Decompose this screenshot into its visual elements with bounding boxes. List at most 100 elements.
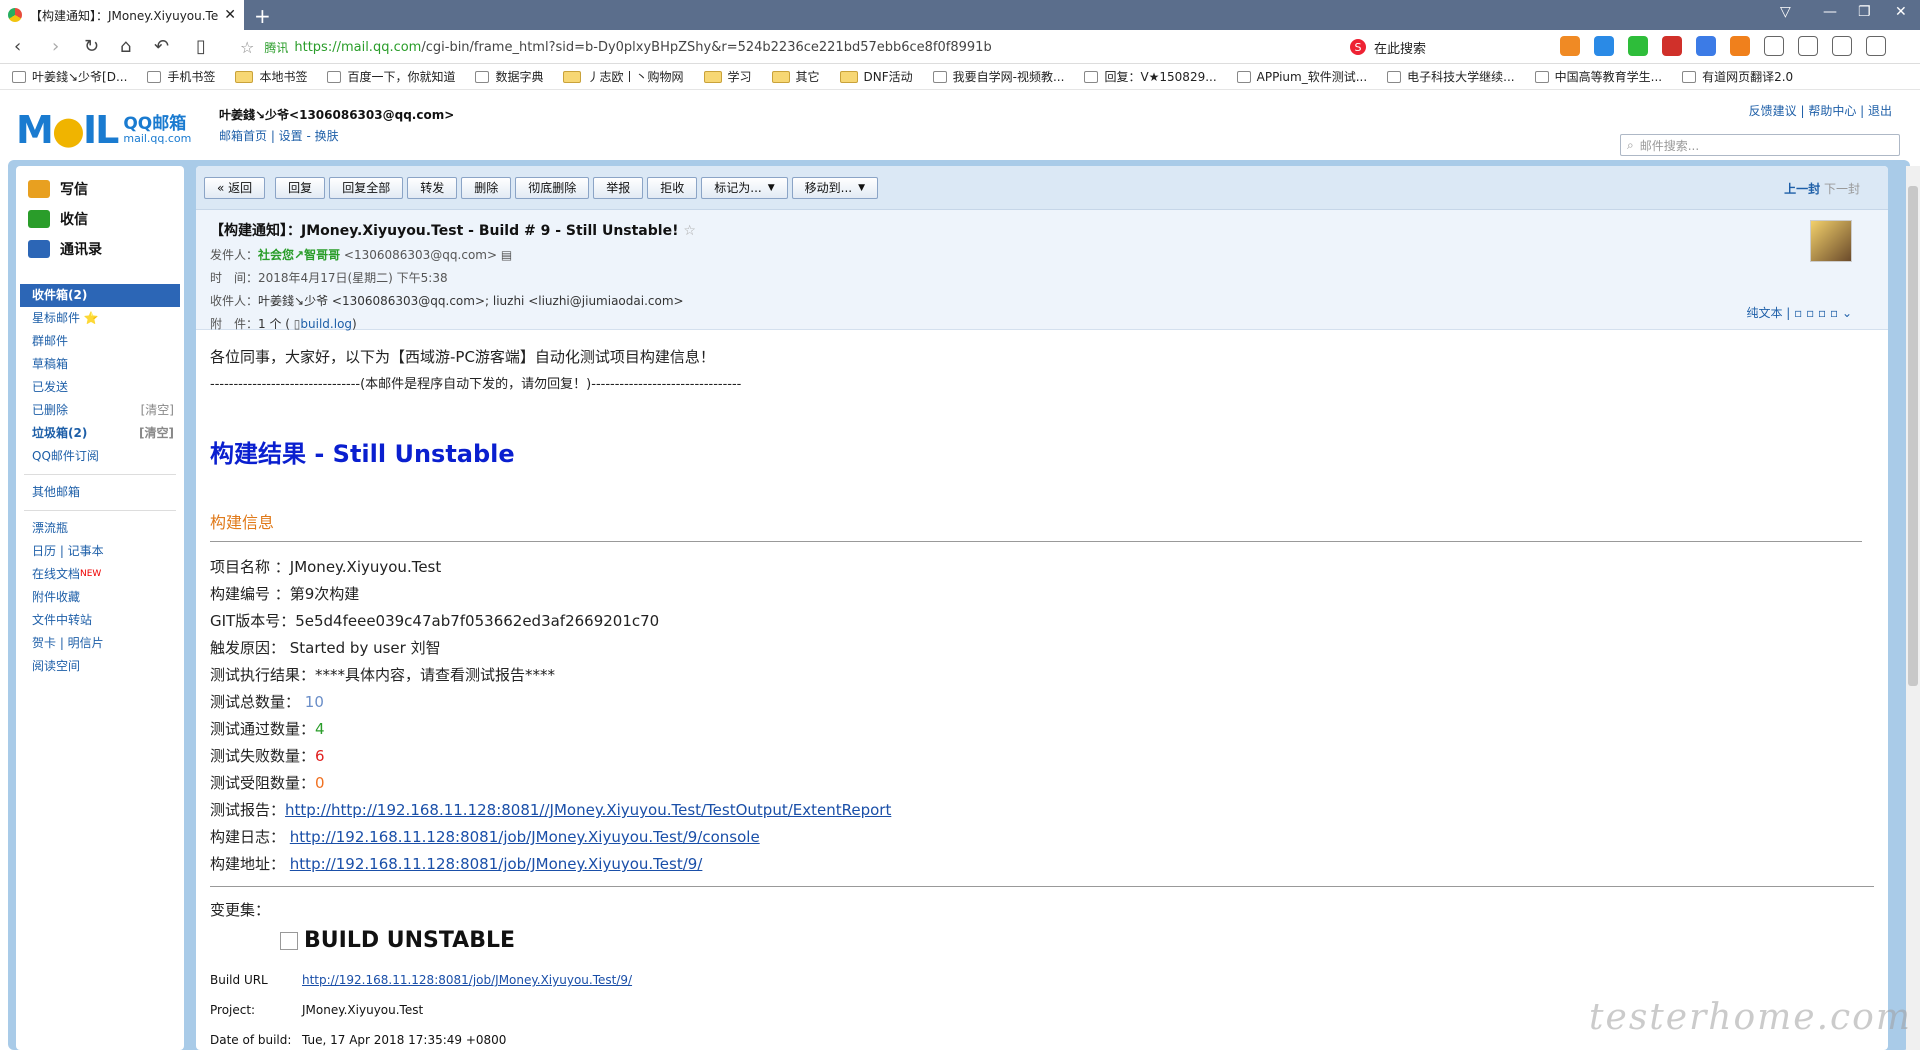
bookmark-item[interactable]: 中国高等教育学生... — [1534, 68, 1662, 85]
contact-card-icon[interactable]: ▤ — [501, 248, 512, 262]
toolbar-button[interactable]: 举报 — [593, 176, 644, 199]
download-icon[interactable] — [1764, 36, 1784, 56]
sidebar-item-folder[interactable]: 草稿箱 — [16, 353, 184, 376]
menu-icon[interactable] — [1866, 36, 1886, 56]
tab-title: 【构建通知】：JMoney.Xiyuyou.Te — [30, 8, 219, 23]
bookmark-item[interactable]: 回复：V★150829... — [1084, 68, 1217, 85]
build-address-link[interactable]: http://192.168.11.128:8081/job/JMoney.Xi… — [290, 855, 703, 873]
toolbar-button[interactable]: 拒收 — [647, 176, 698, 199]
bookmark-item[interactable]: 数据字典 — [475, 68, 543, 85]
toolbar-button[interactable]: 回复 — [275, 176, 326, 199]
scissors-icon[interactable] — [1798, 36, 1818, 56]
toolbar-button[interactable]: 回复全部 — [329, 176, 404, 199]
next-mail-link[interactable]: 下一封 — [1824, 182, 1860, 196]
qq-mail-logo[interactable]: M●IL QQ邮箱 mail.qq.com — [16, 108, 191, 152]
plain-text-link[interactable]: 纯文本 | — [1746, 306, 1790, 320]
report-link[interactable]: http://http://192.168.11.128:8081//JMone… — [285, 801, 891, 819]
back-icon[interactable]: ‹ — [14, 36, 21, 57]
maximize-icon[interactable]: ❐ — [1858, 4, 1871, 20]
quick-action-2[interactable]: 通讯录 — [28, 234, 172, 264]
shirt-skin-icon[interactable]: ▽ — [1780, 4, 1791, 20]
sidebar-item-folder[interactable]: 垃圾箱(2) [清空] — [16, 422, 184, 445]
quick-action-0[interactable]: 写信 — [28, 174, 172, 204]
sender-avatar[interactable] — [1810, 220, 1852, 262]
blocked-label: 测试受阻数量： — [210, 774, 316, 792]
toolbar-button[interactable]: « 返回 — [204, 176, 266, 199]
play-icon[interactable] — [1594, 36, 1614, 56]
translate-icon[interactable] — [1696, 36, 1716, 56]
sidebar-item-folder[interactable]: 收件箱(2) — [20, 284, 180, 307]
forward-icon[interactable]: › — [52, 36, 59, 57]
bookmark-item[interactable]: DNF活动 — [839, 68, 913, 85]
toolbar-button[interactable]: 彻底删除 — [515, 176, 590, 199]
sidebar-item-tool[interactable]: 在线文档NEW — [16, 563, 184, 586]
new-tab-icon[interactable]: + — [254, 4, 271, 28]
minimize-icon[interactable]: — — [1823, 4, 1837, 20]
prev-mail-link[interactable]: 上一封 — [1784, 182, 1820, 196]
page-scrollbar[interactable] — [1906, 166, 1920, 1050]
wechat-icon[interactable] — [1628, 36, 1648, 56]
bookmark-item[interactable]: 百度一下，你就知道 — [327, 68, 455, 85]
adblock-icon[interactable] — [1662, 36, 1682, 56]
user-links[interactable]: 邮箱首页 | 设置 - 换肤 — [219, 127, 454, 144]
sidebar-item-folder[interactable]: 星标邮件 ⭐ — [16, 307, 184, 330]
tab-close-icon[interactable]: ✕ — [224, 7, 236, 23]
browser-search-box[interactable]: S 在此搜索 — [1350, 34, 1545, 60]
to-value: 叶姜錢↘少爷 <1306086303@qq.com>; liuzhi <liuz… — [258, 294, 684, 308]
star-icon[interactable]: ☆ — [683, 223, 696, 239]
browser-tab[interactable]: 【构建通知】：JMoney.Xiyuyou.Te ✕ — [0, 0, 244, 30]
toolbar-dropdown[interactable]: 移动到... ▼ — [791, 176, 879, 199]
undo-icon[interactable]: ↶ — [154, 36, 169, 57]
window-icons[interactable]: ▫ ▫ ▫ ▫ ⌄ — [1794, 306, 1852, 320]
bookmark-item[interactable]: APPium_软件测试... — [1236, 68, 1367, 85]
sidebar-item-tool[interactable]: 文件中转站 — [16, 609, 184, 632]
home-icon[interactable]: ⌂ — [120, 36, 131, 57]
reload-icon[interactable]: ↻ — [84, 36, 99, 57]
bookmark-item[interactable]: 学习 — [703, 68, 752, 85]
sidebar-item-tool[interactable]: 漂流瓶 — [16, 517, 184, 540]
console-log-link[interactable]: http://192.168.11.128:8081/job/JMoney.Xi… — [290, 828, 760, 846]
greeting: 各位同事，大家好，以下为【西域游-PC游客端】自动化测试项目构建信息！ — [210, 348, 715, 366]
sidebar-item-folder[interactable]: 已删除 [清空] — [16, 399, 184, 422]
clear-folder-link[interactable]: [清空] — [141, 399, 174, 422]
sidebar-item-folder[interactable]: 已发送 — [16, 376, 184, 399]
quick-action-1[interactable]: 收信 — [28, 204, 172, 234]
bookmark-item[interactable]: 本地书签 — [235, 68, 307, 85]
top-links[interactable]: 反馈建议 | 帮助中心 | 退出 — [1749, 102, 1892, 119]
sidebar-item-other-mailboxes[interactable]: 其他邮箱 — [16, 481, 184, 504]
bookmark-item[interactable]: 其它 — [771, 68, 820, 85]
extra-tools: 漂流瓶 日历 | 记事本 在线文档NEW 附件收藏 文件中转站 贺卡 | 明信片 阅读空间 — [16, 517, 184, 678]
toolbar-button[interactable]: 删除 — [461, 176, 512, 199]
folder-label: 垃圾箱(2) — [32, 426, 88, 440]
sidebar-item-folder[interactable]: 群邮件 — [16, 330, 184, 353]
sidebar-item-tool[interactable]: 贺卡 | 明信片 — [16, 632, 184, 655]
toolbar-dropdown-label: 移动到... — [804, 181, 853, 195]
sidebar-item-tool[interactable]: 附件收藏 — [16, 586, 184, 609]
game-icon[interactable] — [1560, 36, 1580, 56]
toolbar-button[interactable]: 转发 — [407, 176, 458, 199]
clear-folder-link[interactable]: [清空] — [139, 422, 174, 445]
sidebar-item-folder[interactable]: QQ邮件订阅 — [16, 445, 184, 468]
toolbar-dropdown[interactable]: 标记为... ▼ — [701, 176, 788, 199]
scrollbar-thumb[interactable] — [1908, 186, 1918, 686]
plus-icon[interactable] — [1832, 36, 1852, 56]
bookmark-star-icon[interactable]: ☆ — [240, 38, 254, 57]
bookmark-item[interactable]: 叶姜錢↘少爷[D... — [12, 68, 127, 85]
bookmark-item[interactable]: 我要自学网-视频教... — [932, 68, 1064, 85]
bookmark-item[interactable]: 手机书签 — [147, 68, 215, 85]
sidebar-item-tool[interactable]: 阅读空间 — [16, 655, 184, 678]
video-icon[interactable] — [1730, 36, 1750, 56]
build-url-link[interactable]: http://192.168.11.128:8081/job/JMoney.Xi… — [302, 973, 632, 987]
bookmark-item[interactable]: 有道网页翻译2.0 — [1682, 68, 1793, 85]
sender-name[interactable]: 社会您↗智哥哥 — [258, 248, 340, 262]
bookmark-item[interactable]: 电子科技大学继续... — [1387, 68, 1515, 85]
report-row: 测试报告：http://http://192.168.11.128:8081//… — [210, 797, 1874, 824]
reading-icon[interactable]: ▯ — [196, 36, 206, 57]
sidebar-item-tool[interactable]: 日历 | 记事本 — [16, 540, 184, 563]
bookmark-item[interactable]: 丿志欧丨丶购物网 — [563, 68, 684, 85]
user-name[interactable]: 叶姜錢↘少爷<1306086303@qq.com> — [219, 106, 454, 123]
url-field[interactable]: ☆ 腾讯 https://mail.qq.com /cgi-bin/frame_… — [240, 34, 1320, 60]
attachment-link[interactable]: build.log — [300, 317, 352, 331]
mail-search-input[interactable]: ⌕ 邮件搜索... — [1620, 134, 1900, 156]
window-close-icon[interactable]: ✕ — [1895, 4, 1907, 20]
